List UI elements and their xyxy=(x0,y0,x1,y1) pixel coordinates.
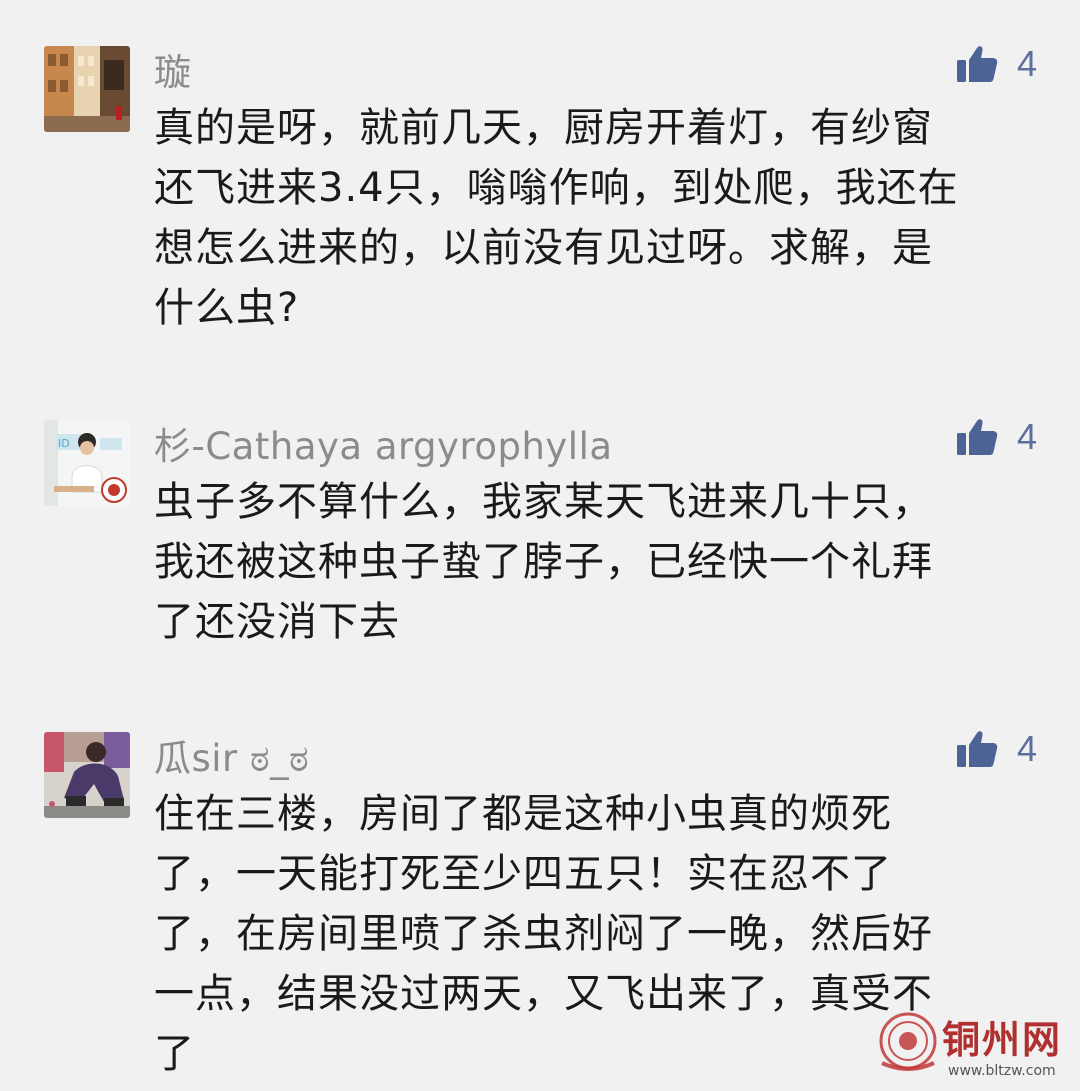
comment-line: 住在三楼，房间了都是这种小虫真的烦死 xyxy=(154,791,892,837)
comment-line: 了，一天能打死至少四五只！实在忍不了 xyxy=(154,851,892,897)
like-count: 4 xyxy=(1017,43,1038,84)
comment-line: 虫子多不算什么，我家某天飞进来几十只， xyxy=(154,479,933,525)
comment-line: 真的是呀，就前几天，厨房开着灯，有纱窗 xyxy=(154,105,933,151)
username[interactable]: 杉-Cathaya argyrophylla xyxy=(154,416,613,470)
thumbs-up-icon xyxy=(957,419,998,455)
watermark-title: 铜州网 xyxy=(942,1017,1063,1062)
thumbs-up-icon xyxy=(957,46,998,82)
site-logo-icon xyxy=(879,1012,937,1071)
comment-line: 了还没消下去 xyxy=(154,599,400,645)
comment-line: 什么虫? xyxy=(154,285,300,331)
avatar[interactable]: ID xyxy=(44,420,130,506)
watermark-url: www.bltzw.com xyxy=(948,1063,1056,1079)
like-button[interactable]: 4 xyxy=(955,42,1037,86)
username[interactable]: 璇 xyxy=(154,42,192,96)
comment-text: 真的是呀，就前几天，厨房开着灯，有纱窗 还飞进来3.4只，嗡嗡作响，到处爬，我还… xyxy=(154,98,1024,338)
avatar[interactable] xyxy=(44,732,130,818)
like-count: 4 xyxy=(1017,416,1038,457)
comment-line: 了，在房间里喷了杀虫剂闷了一晚，然后好 xyxy=(154,911,933,957)
comment-line: 还飞进来3.4只，嗡嗡作响，到处爬，我还在 xyxy=(154,165,959,211)
username[interactable]: 瓜sir ಠ_ಠ xyxy=(154,728,309,782)
svg-text:ID: ID xyxy=(58,437,70,450)
avatar[interactable] xyxy=(44,46,130,132)
comment-text: 虫子多不算什么，我家某天飞进来几十只， 我还被这种虫子蛰了脖子，已经快一个礼拜 … xyxy=(154,472,1024,652)
comment-line: 我还被这种虫子蛰了脖子，已经快一个礼拜 xyxy=(154,539,933,585)
like-count: 4 xyxy=(1017,728,1038,769)
like-button[interactable]: 4 xyxy=(955,727,1037,771)
like-button[interactable]: 4 xyxy=(955,415,1037,459)
thumbs-up-icon xyxy=(957,731,998,767)
site-watermark: 铜州网 www.bltzw.com xyxy=(872,1007,1072,1087)
comment-list: 璇 4 真的是呀，就前几天，厨房开着灯，有纱窗 还飞进来3.4只，嗡嗡作响，到处… xyxy=(0,0,1080,1091)
comment-line: 想怎么进来的，以前没有见过呀。求解，是 xyxy=(154,225,933,271)
